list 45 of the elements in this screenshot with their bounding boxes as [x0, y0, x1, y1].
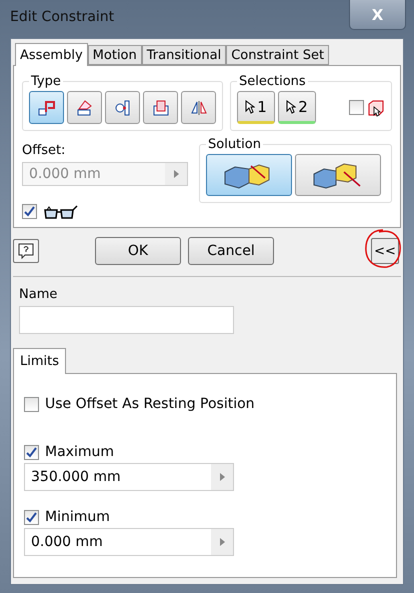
tab[interactable]: Limits [13, 348, 66, 374]
window-title: Edit Constraint [10, 9, 114, 25]
offset-label: Offset: [22, 143, 66, 158]
glasses-icon [43, 204, 79, 218]
constraint-type-button[interactable] [143, 91, 178, 124]
dialog-button[interactable]: OK [95, 237, 181, 265]
dialog-button[interactable]: Cancel [188, 237, 274, 265]
help-icon [18, 243, 34, 259]
constraint-type-button[interactable] [67, 91, 102, 124]
group-title: Solution [207, 137, 262, 152]
value-field[interactable]: 0.000 mm [24, 528, 234, 556]
solution-button[interactable] [295, 154, 381, 196]
tab[interactable]: Motion [88, 45, 142, 65]
value-field[interactable]: 350.000 mm [24, 463, 234, 491]
cursor-icon [286, 100, 296, 114]
checkbox[interactable] [24, 396, 39, 412]
insert-icon [150, 98, 170, 118]
solution-button[interactable] [206, 154, 292, 196]
angle-icon [74, 98, 94, 118]
tangent-icon [112, 98, 132, 118]
checkbox[interactable] [22, 204, 37, 219]
spin-arrow-icon[interactable] [220, 473, 224, 481]
help-button[interactable] [13, 239, 39, 263]
constraint-type-button[interactable] [181, 91, 216, 124]
checkbox[interactable] [24, 510, 39, 524]
constraint-type-button[interactable] [105, 91, 140, 124]
constraint-type-button[interactable] [29, 91, 64, 124]
tab[interactable]: Constraint Set [226, 45, 330, 65]
checkbox-label: Use Offset As Resting Position [45, 396, 255, 412]
group-title: Selections [238, 74, 307, 89]
spin-arrow-icon[interactable] [220, 538, 224, 546]
checkbox-label: Minimum [45, 509, 110, 525]
checkbox[interactable] [24, 444, 39, 460]
cube-cursor-icon [367, 98, 385, 116]
cursor-icon [245, 100, 256, 114]
name-label: Name [19, 287, 58, 302]
group-title: Type [30, 74, 62, 89]
tab[interactable]: Assembly [15, 43, 88, 66]
selection-button[interactable]: 2 [278, 91, 316, 124]
checkbox[interactable] [349, 100, 364, 115]
selection-button[interactable]: 1 [237, 91, 275, 124]
checkbox-label: Maximum [45, 444, 114, 460]
name-field[interactable] [19, 306, 234, 334]
collapse-button[interactable]: << [371, 238, 399, 264]
tab[interactable]: Transitional [142, 45, 226, 65]
